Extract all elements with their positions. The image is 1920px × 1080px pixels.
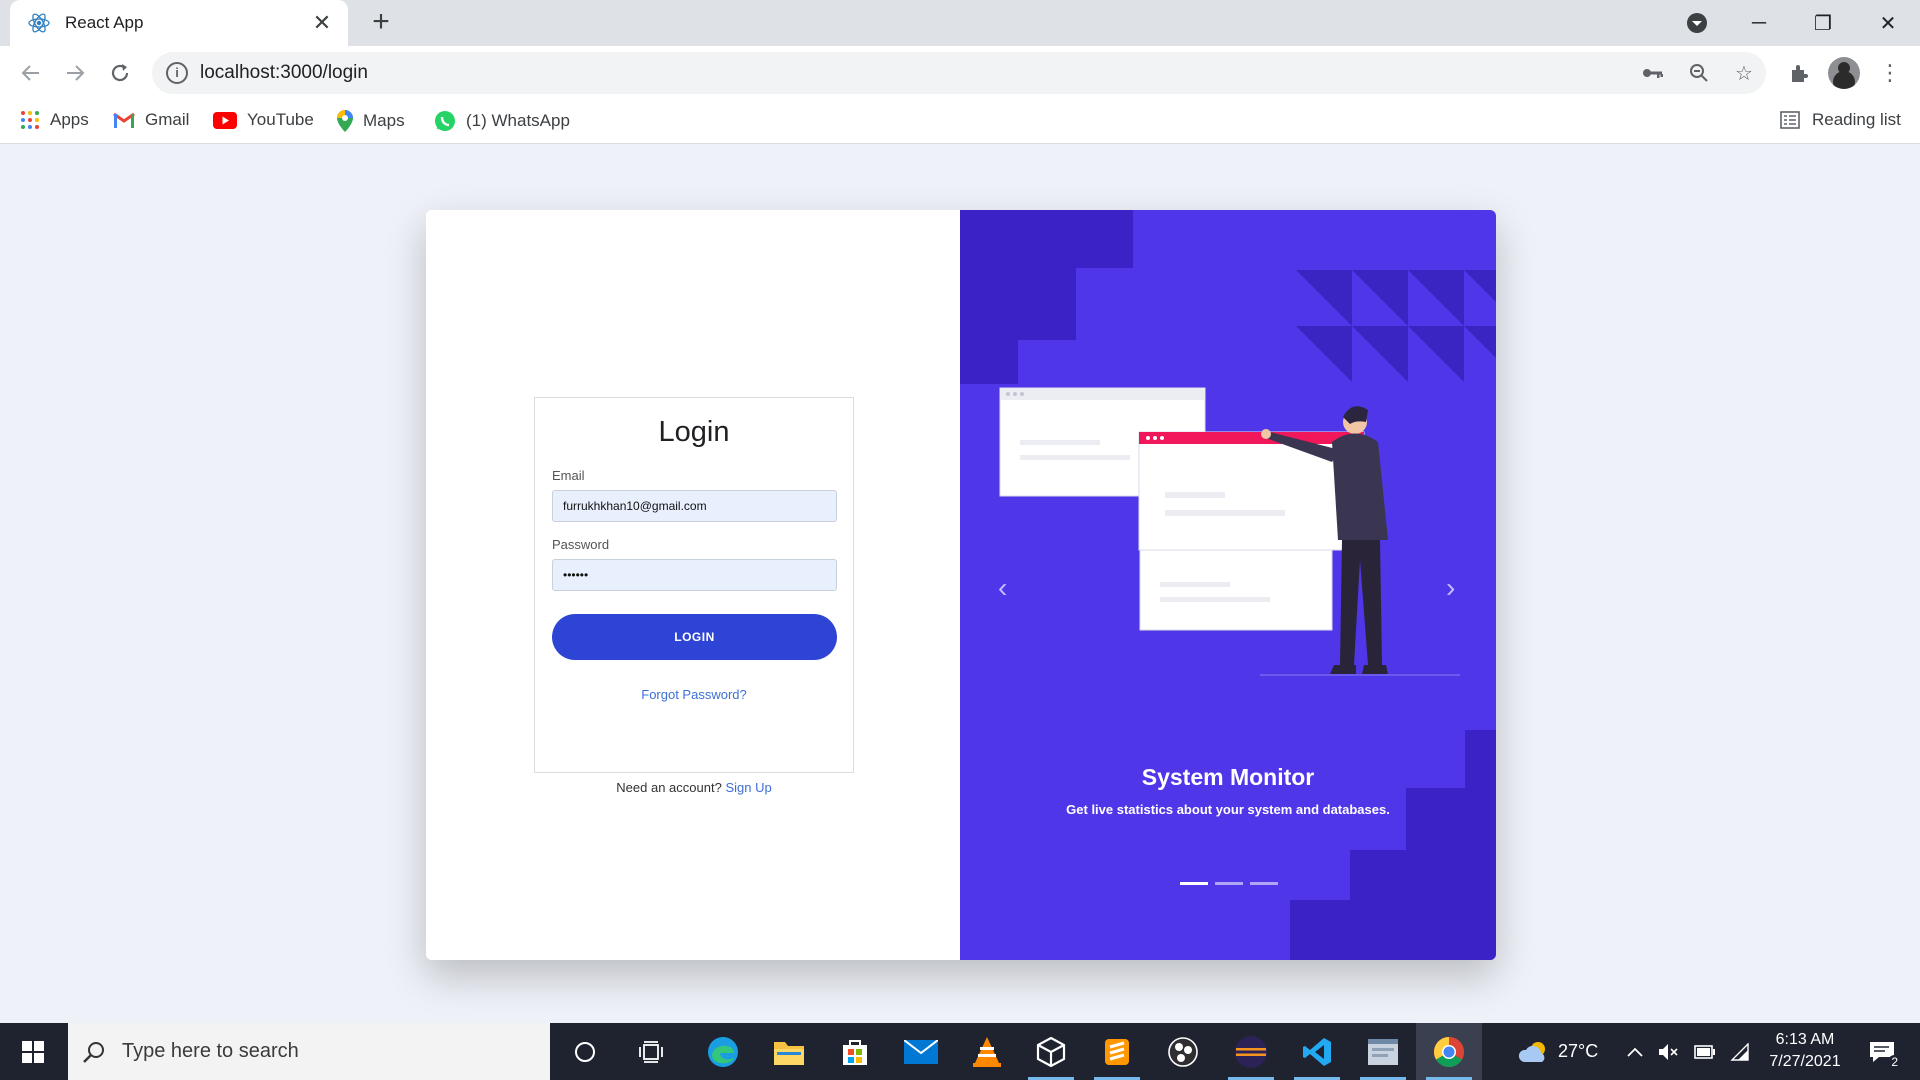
edge-icon[interactable] xyxy=(690,1023,756,1080)
system-monitor-illustration xyxy=(960,210,1496,960)
sublime-text-icon[interactable] xyxy=(1084,1023,1150,1080)
apps-grid-icon xyxy=(20,110,40,130)
login-panel: Login Email Password LOGIN Forgot Passwo… xyxy=(426,210,960,960)
carousel-indicator[interactable] xyxy=(1215,882,1243,885)
carousel-indicators xyxy=(1180,882,1278,885)
password-label: Password xyxy=(552,537,610,552)
bookmark-label: Apps xyxy=(50,110,89,129)
signup-link[interactable]: Sign Up xyxy=(725,780,771,795)
carousel-indicator[interactable] xyxy=(1180,882,1208,885)
weather-widget[interactable]: 27°C xyxy=(1518,1023,1598,1080)
weather-cloud-icon xyxy=(1518,1040,1550,1064)
reload-button[interactable] xyxy=(103,56,137,90)
profile-dropdown-icon[interactable] xyxy=(1666,0,1728,46)
windows-logo-icon xyxy=(22,1040,44,1063)
virtualbox-icon[interactable] xyxy=(1018,1023,1084,1080)
bookmark-label: (1) WhatsApp xyxy=(466,111,570,130)
file-explorer-icon[interactable] xyxy=(756,1023,822,1080)
start-button[interactable] xyxy=(0,1023,66,1080)
address-bar[interactable]: i localhost:3000/login ☆ xyxy=(152,52,1766,94)
gmail-icon xyxy=(113,112,135,129)
task-view-icon[interactable] xyxy=(618,1023,684,1080)
taskbar-search[interactable]: Type here to search xyxy=(68,1023,550,1080)
vlc-icon[interactable] xyxy=(954,1023,1020,1080)
forgot-password-link[interactable]: Forgot Password? xyxy=(535,687,853,702)
browser-tab-bar: React App ✕ + ─ ❐ ✕ xyxy=(0,0,1920,46)
signup-prompt-text: Need an account? xyxy=(616,780,722,795)
bookmark-gmail[interactable]: Gmail xyxy=(113,110,189,130)
carousel-prev-icon[interactable]: ‹ xyxy=(998,572,1007,604)
battery-icon[interactable] xyxy=(1694,1023,1716,1080)
whatsapp-icon xyxy=(434,110,456,132)
bookmarks-bar: Apps Gmail YouTube Maps (1) WhatsApp Rea… xyxy=(0,100,1920,144)
minimize-button[interactable]: ─ xyxy=(1728,0,1790,46)
weather-temp: 27°C xyxy=(1558,1041,1599,1061)
login-button[interactable]: LOGIN xyxy=(552,614,837,660)
vscode-icon[interactable] xyxy=(1284,1023,1350,1080)
obs-studio-icon[interactable] xyxy=(1150,1023,1216,1080)
chrome-icon[interactable] xyxy=(1416,1023,1482,1080)
zoom-icon[interactable] xyxy=(1684,58,1714,88)
notification-icon: 2 xyxy=(1869,1041,1901,1069)
slide-title: System Monitor xyxy=(1141,764,1315,790)
bookmark-label: Gmail xyxy=(145,110,190,129)
notification-count: 2 xyxy=(1888,1054,1901,1069)
search-placeholder: Type here to search xyxy=(122,1040,299,1062)
youtube-icon xyxy=(213,111,237,129)
login-form: Login Email Password LOGIN Forgot Passwo… xyxy=(534,397,854,773)
reading-list-label: Reading list xyxy=(1812,110,1901,129)
key-icon[interactable] xyxy=(1638,58,1668,88)
bookmark-star-icon[interactable]: ☆ xyxy=(1729,58,1759,88)
reading-list-icon xyxy=(1780,111,1800,129)
eclipse-icon[interactable] xyxy=(1218,1023,1284,1080)
react-icon xyxy=(27,11,51,35)
tab-title: React App xyxy=(65,13,144,32)
bookmark-youtube[interactable]: YouTube xyxy=(213,110,314,130)
bookmark-label: YouTube xyxy=(247,110,314,129)
forward-button[interactable] xyxy=(58,56,92,90)
email-input[interactable] xyxy=(552,490,837,522)
tab-close-icon[interactable]: ✕ xyxy=(310,10,334,36)
extensions-icon[interactable] xyxy=(1782,56,1816,90)
browser-toolbar: i localhost:3000/login ☆ ⋮ xyxy=(0,46,1920,100)
carousel-indicator[interactable] xyxy=(1250,882,1278,885)
clock-date: 7/27/2021 xyxy=(1769,1053,1841,1070)
menu-kebab-icon[interactable]: ⋮ xyxy=(1873,56,1907,90)
carousel-panel: ‹ › System Monitor Get live statistics a… xyxy=(960,210,1496,960)
url-text[interactable]: localhost:3000/login xyxy=(200,62,368,84)
back-button[interactable] xyxy=(14,56,48,90)
site-info-icon[interactable]: i xyxy=(166,62,188,84)
show-hidden-icons[interactable] xyxy=(1627,1023,1643,1080)
carousel-next-icon[interactable]: › xyxy=(1446,572,1455,604)
signup-prompt: Need an account? Sign Up xyxy=(534,780,854,795)
clock-time: 6:13 AM xyxy=(1775,1031,1835,1048)
browser-tab[interactable]: React App ✕ xyxy=(10,0,348,46)
cortana-icon[interactable] xyxy=(552,1023,618,1080)
store-icon[interactable] xyxy=(822,1023,888,1080)
bookmark-label: Maps xyxy=(363,111,405,130)
new-tab-button[interactable]: + xyxy=(366,7,396,38)
login-card: Login Email Password LOGIN Forgot Passwo… xyxy=(426,210,1496,960)
maps-icon xyxy=(337,110,353,132)
bookmark-whatsapp[interactable]: (1) WhatsApp xyxy=(434,110,570,132)
login-title: Login xyxy=(658,416,730,448)
taskbar-clock[interactable]: 6:13 AM 7/27/2021 xyxy=(1760,1029,1850,1073)
reading-list-button[interactable]: Reading list xyxy=(1780,110,1901,130)
restore-button[interactable]: ❐ xyxy=(1792,0,1854,46)
bookmark-maps[interactable]: Maps xyxy=(337,110,405,132)
wifi-icon[interactable] xyxy=(1730,1023,1750,1080)
volume-muted-icon[interactable] xyxy=(1658,1023,1680,1080)
email-label: Email xyxy=(552,468,585,483)
slide-subtitle: Get live statistics about your system an… xyxy=(1066,802,1390,817)
mail-icon[interactable] xyxy=(888,1023,954,1080)
close-window-button[interactable]: ✕ xyxy=(1857,0,1919,46)
search-icon xyxy=(82,1040,106,1064)
notification-center-button[interactable]: 2 xyxy=(1862,1023,1902,1080)
windows-taskbar: Type here to search 27°C 6:13 AM 7/27/20… xyxy=(0,1023,1920,1080)
bookmark-apps[interactable]: Apps xyxy=(20,110,89,130)
profile-avatar[interactable] xyxy=(1828,57,1860,89)
password-input[interactable] xyxy=(552,559,837,591)
app-window-icon[interactable] xyxy=(1350,1023,1416,1080)
